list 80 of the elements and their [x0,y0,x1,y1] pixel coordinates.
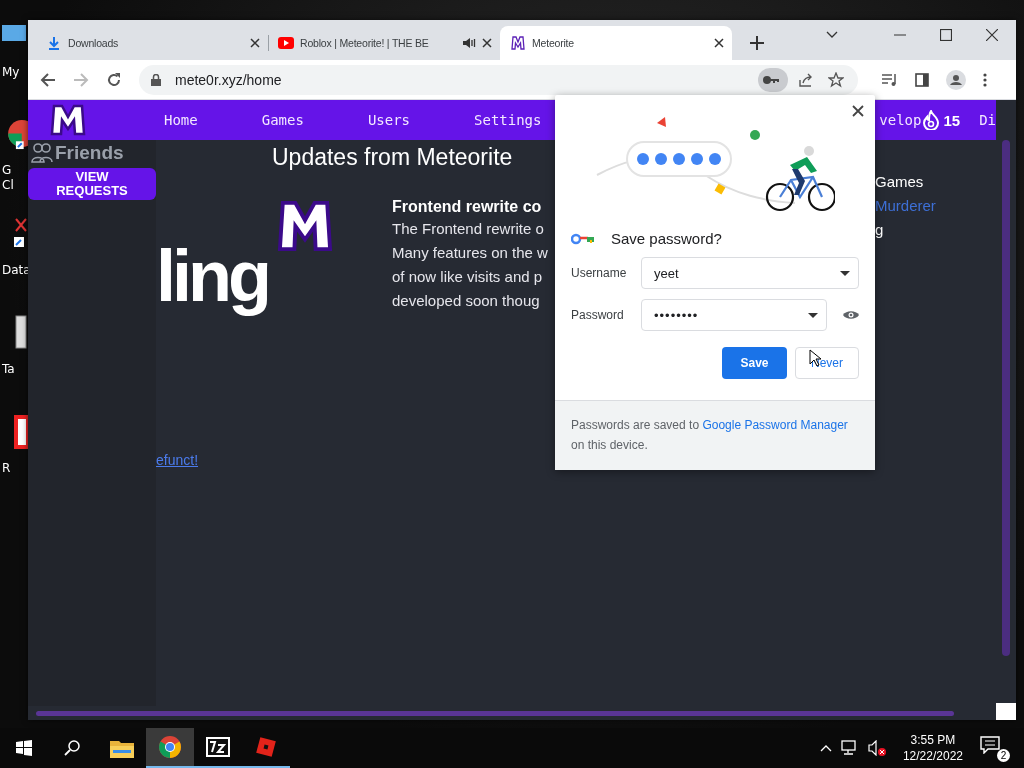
streak-count: 15 [943,111,961,129]
key-icon [762,74,780,85]
back-icon[interactable] [40,71,56,88]
nav-link[interactable]: Home [164,112,198,128]
network-icon[interactable] [840,740,859,756]
archiver-logo-icon [206,737,230,757]
username-field[interactable]: yeet [641,257,859,289]
view-requests-button[interactable]: VIEW REQUESTS [28,168,156,200]
post-text-line: The Frontend rewrite o [392,219,545,239]
scroll-corner [996,703,1016,720]
menu-icon[interactable] [983,72,987,87]
close-icon[interactable] [714,38,724,48]
defunct-link[interactable]: efunct! [156,452,199,468]
close-icon[interactable] [482,38,492,48]
nav-link[interactable]: Settings [474,112,542,128]
chevron-up-icon[interactable] [819,744,832,752]
maximize-icon[interactable] [940,29,952,41]
tab-search-icon[interactable] [826,31,838,39]
side-panel-icon[interactable] [915,72,929,87]
caret-down-icon [808,312,818,318]
friends-heading: Friends [55,142,124,164]
start-icon[interactable] [16,740,32,756]
list-text: g [875,220,885,240]
save-button[interactable]: Save [722,347,787,379]
letter-logo-icon [276,199,334,253]
horizontal-scrollbar[interactable] [36,710,954,716]
volume-icon[interactable] [867,740,886,756]
footer-note: Passwords are saved to Google Password Manager on this device. [571,417,849,454]
nav-link[interactable]: Users [367,112,411,128]
close-icon[interactable] [986,29,998,41]
eye-icon[interactable] [843,310,859,320]
flame-icon [922,110,941,130]
address-bar[interactable]: mete0r.xyz/home [139,64,858,95]
desktop-icon-label: G Cl [2,163,14,193]
share-icon[interactable] [798,71,814,88]
key-icon [571,232,595,245]
desktop-icon-label: Ta [2,362,15,377]
folder-icon [110,738,134,758]
download-icon [46,35,62,51]
browser-tab[interactable]: Roblox | Meteorite! | THE BE [268,26,500,60]
post-text-line: Many features on the w [392,243,549,263]
post-text-line: developed soon thoug [392,291,541,311]
people-icon [31,142,53,164]
desktop-icon-label: My [2,65,20,80]
caret-down-icon [840,270,850,276]
nav-link[interactable]: velop [879,112,922,128]
lock-icon [151,73,161,86]
taskbar-app-button[interactable] [146,728,194,768]
nav-link[interactable]: Games [261,112,304,128]
speaker-icon[interactable] [462,37,476,49]
browser-tab[interactable]: Meteorite [500,26,732,60]
notification-button[interactable]: 2 [980,734,1010,762]
password-manager-link[interactable]: Google Password Manager [702,418,848,432]
password-key-button[interactable] [758,67,788,92]
bookmark-star-icon[interactable] [828,71,844,88]
search-icon[interactable] [64,740,80,756]
browser-logo-icon [158,735,182,759]
media-icon[interactable] [882,72,898,87]
dialog-title: Save password? [611,230,722,247]
desktop-icon-label: R [2,461,11,476]
field-label: Username [571,266,628,280]
post-title: Frontend rewrite co [392,197,543,217]
letter-logo-icon [510,35,526,51]
clock[interactable]: 3:55 PM 12/22/2022 [902,732,963,764]
vertical-scrollbar[interactable] [1002,140,1010,656]
profile-icon[interactable] [946,69,966,90]
updates-heading: Updates from Meteorite [272,144,514,172]
close-icon[interactable] [852,105,864,117]
password-field[interactable]: •••••••• [641,299,827,331]
reload-icon[interactable] [106,71,122,88]
browser-tab[interactable]: Downloads [36,26,268,60]
field-label: Password [571,308,625,322]
post-text-line: of now like visits and p [392,267,544,287]
play-logo-icon [278,35,294,51]
nav-link[interactable]: Di [979,112,996,128]
new-tab-icon[interactable] [750,36,764,50]
site-logo-icon[interactable] [50,104,86,136]
close-icon[interactable] [250,38,260,48]
banner-text: ling [156,236,268,316]
list-text: Games [875,172,925,192]
